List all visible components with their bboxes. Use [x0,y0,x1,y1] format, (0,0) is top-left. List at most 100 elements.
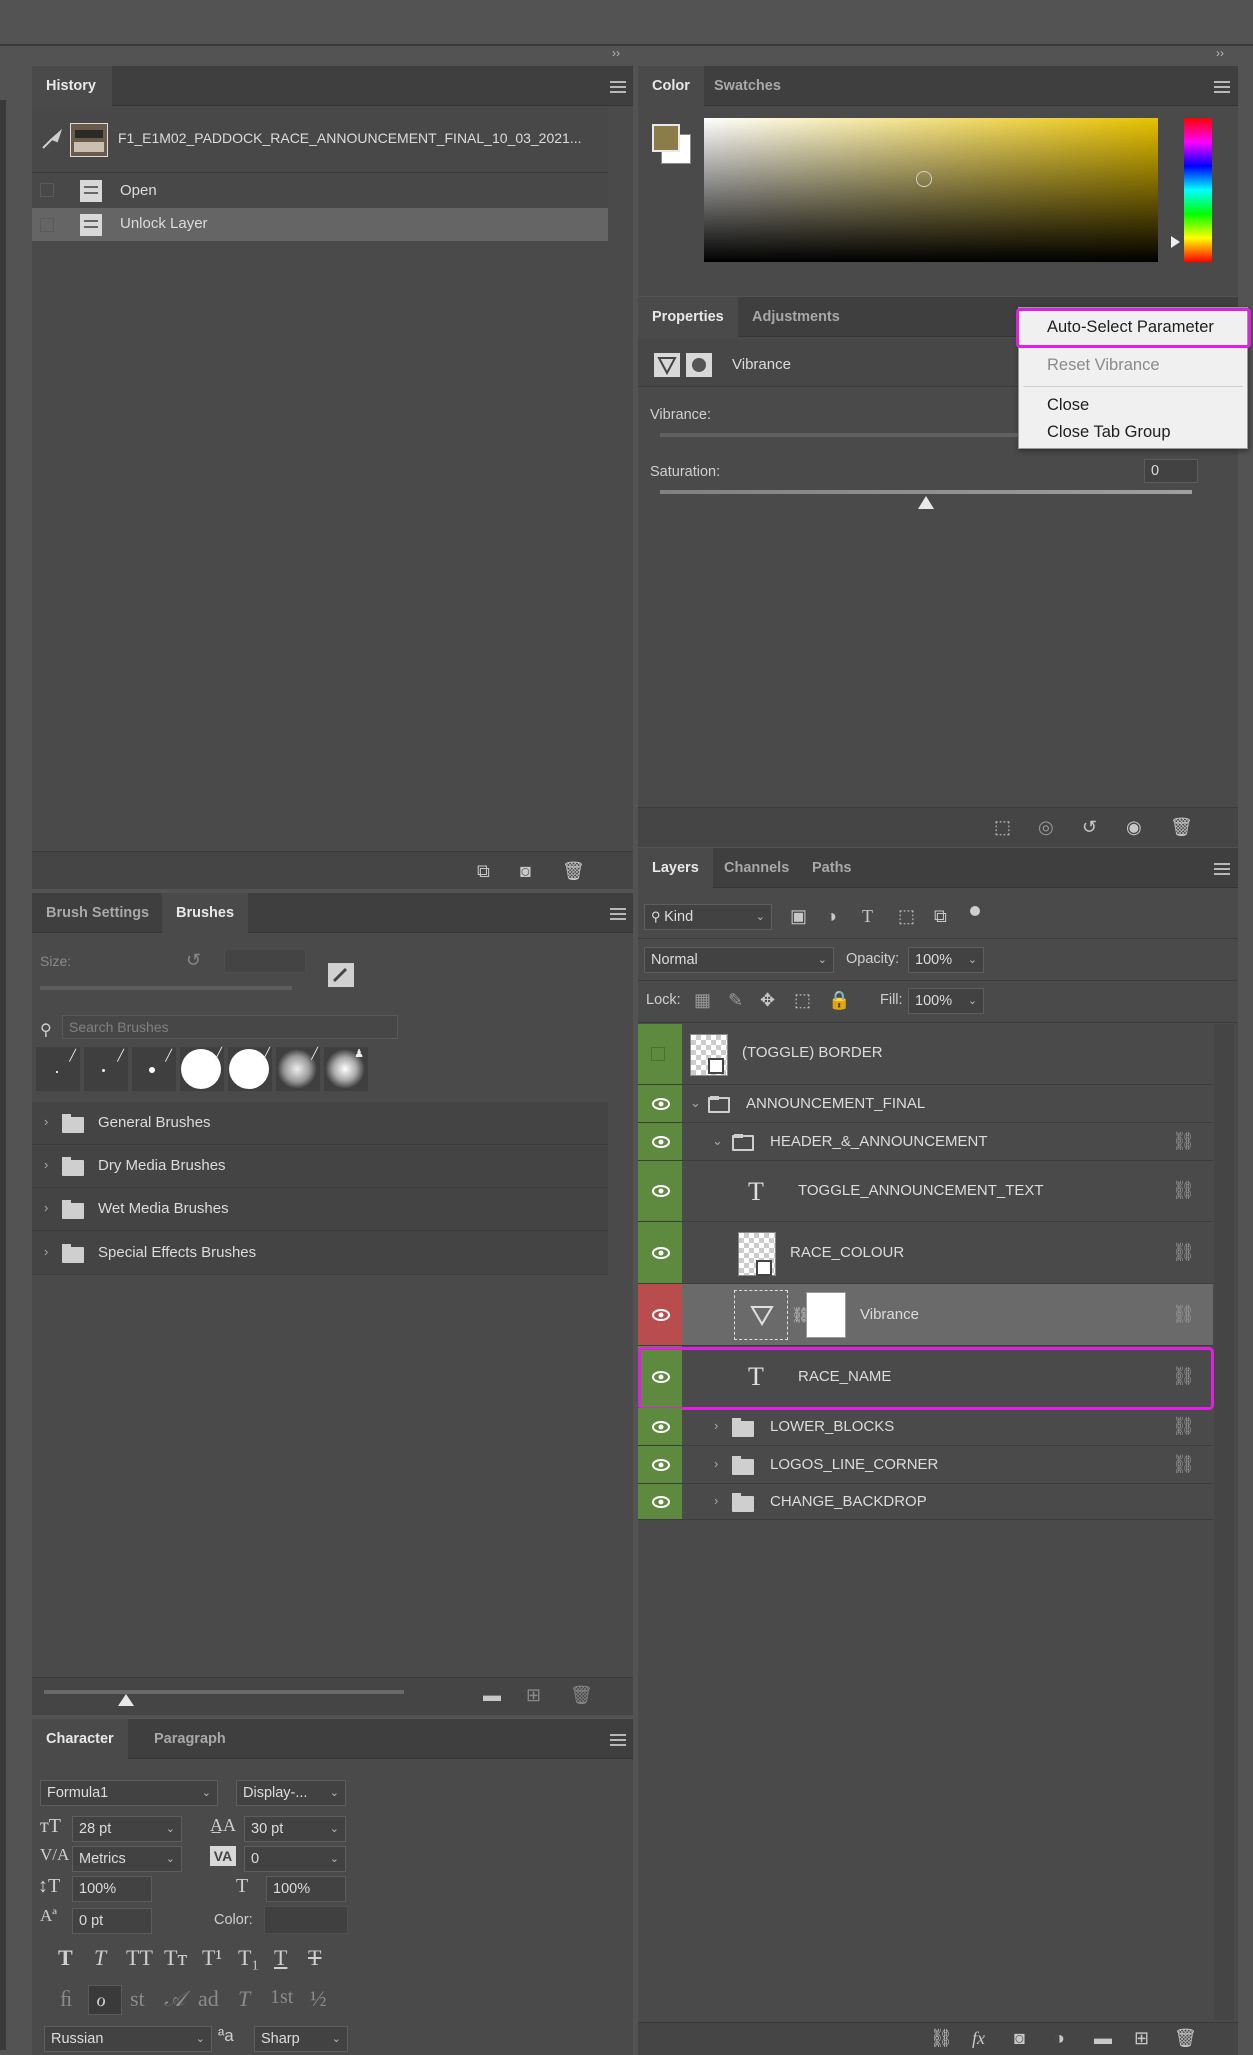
fill-select[interactable]: 100% ⌄ [908,988,984,1014]
brush-edit-icon[interactable] [328,963,354,987]
ordinals-1st-icon[interactable]: 1st [270,1986,293,2009]
adjustment-filter-icon[interactable]: ◑ [826,906,837,926]
folder-icon[interactable]: ▬ [483,1685,501,1705]
visibility-toggle[interactable] [638,1408,682,1445]
faux-bold-icon[interactable]: T [58,1945,73,1971]
trash-icon[interactable]: 🗑 [570,1685,593,1705]
pixel-filter-icon[interactable]: ▣ [790,906,807,926]
link-icon[interactable]: ⛓ [1172,1242,1195,1263]
foreground-color-swatch[interactable] [652,124,680,152]
group-expand-icon[interactable]: › [714,1493,718,1508]
layer-group-row[interactable]: ⌄ HEADER_&_ANNOUNCEMENT ⛓ [638,1123,1213,1161]
layer-row[interactable]: T TOGGLE_ANNOUNCEMENT_TEXT ⛓ [638,1161,1213,1222]
link-icon[interactable]: ⛓ [1172,1304,1195,1325]
history-brush-source-icon[interactable] [40,128,64,152]
tab-paragraph[interactable]: Paragraph [140,1719,240,1759]
smart-object-filter-icon[interactable]: ⧉ [934,906,947,926]
color-picker-cursor[interactable] [916,171,932,187]
fx-icon[interactable]: fx [972,2028,985,2048]
tab-properties[interactable]: Properties [638,297,738,337]
panel-menu-icon[interactable] [1214,863,1230,875]
font-style-select[interactable]: Display-... ⌄ [236,1780,346,1806]
filter-toggle-icon[interactable] [970,906,980,916]
brush-tip[interactable]: ╱ [228,1047,272,1091]
saturation-slider[interactable] [660,490,1192,494]
state-checkbox[interactable] [40,183,54,197]
group-icon[interactable]: ▬ [1094,2028,1112,2048]
menu-item-close[interactable]: Close [1019,392,1249,418]
layer-group-row[interactable]: › LOGOS_LINE_CORNER ⛓ [638,1446,1213,1484]
trash-icon[interactable]: 🗑 [1170,817,1193,837]
panel-menu-icon[interactable] [610,1734,626,1746]
mask-icon[interactable] [686,353,712,377]
clip-to-layer-icon[interactable]: ⬚ [994,817,1011,837]
brush-folder[interactable]: › Special Effects Brushes [32,1231,608,1275]
size-input[interactable] [224,949,306,973]
size-slider[interactable] [40,986,292,990]
layer-row[interactable]: (TOGGLE) BORDER [638,1024,1213,1085]
layer-mask-thumbnail[interactable] [806,1292,846,1338]
tracking-select[interactable]: 0 ⌄ [244,1846,346,1872]
visibility-toggle[interactable] [638,1446,682,1483]
saturation-input[interactable]: 0 [1144,459,1198,483]
saturation-slider-thumb[interactable] [918,496,934,509]
new-document-from-state-icon[interactable]: ⧉ [477,861,490,881]
brush-tip[interactable]: ╱ [36,1047,80,1091]
tab-adjustments[interactable]: Adjustments [738,297,854,337]
new-layer-icon[interactable]: ⊞ [1134,2028,1149,2048]
brush-tip[interactable]: ♟ [324,1047,368,1091]
opacity-select[interactable]: 100% ⌄ [908,947,984,973]
menu-item-close-tab-group[interactable]: Close Tab Group [1019,419,1249,445]
group-expand-icon[interactable]: › [714,1456,718,1471]
lock-transparent-icon[interactable]: ▦ [694,990,711,1010]
brush-tip[interactable]: ╱ [276,1047,320,1091]
collapse-right-icon[interactable]: ›› [1216,46,1224,60]
brush-tip[interactable]: ╱ [180,1047,224,1091]
shape-filter-icon[interactable]: ⬚ [898,906,915,926]
panel-menu-icon[interactable] [610,908,626,920]
tab-history[interactable]: History [32,66,112,106]
vertical-scale-input[interactable]: 100% [72,1876,152,1902]
superscript-icon[interactable]: T¹ [202,1945,222,1971]
visibility-toggle[interactable] [638,1161,682,1221]
adjustment-icon[interactable]: ◑ [1054,2028,1065,2048]
font-size-select[interactable]: 28 pt ⌄ [72,1816,182,1842]
layer-group-row[interactable]: › LOWER_BLOCKS ⛓ [638,1408,1213,1446]
discretionary-ligatures-icon[interactable]: ℴ [96,1986,106,2012]
group-expand-icon[interactable]: ⌄ [712,1133,723,1149]
small-caps-icon[interactable]: Tт [164,1945,187,1971]
language-select[interactable]: Russian ⌄ [44,2026,212,2052]
hue-slider[interactable] [1184,118,1212,262]
horizontal-scale-input[interactable]: 100% [266,1876,346,1902]
layer-filter-select[interactable]: ⚲ Kind ⌄ [644,904,772,930]
brush-folder[interactable]: › Wet Media Brushes [32,1188,608,1231]
preview-size-slider[interactable] [44,1690,404,1694]
layers-scrollbar[interactable] [1214,1024,1234,2020]
lock-position-icon[interactable]: ✥ [760,990,775,1010]
link-icon[interactable]: ⛓ [1172,1180,1195,1201]
mask-icon[interactable]: ◙ [1014,2028,1025,2048]
menu-item-reset-vibrance[interactable]: Reset Vibrance [1019,352,1249,378]
tab-swatches[interactable]: Swatches [700,66,795,106]
reset-icon[interactable]: ↺ [1082,817,1097,837]
visibility-toggle[interactable] [638,1085,682,1122]
history-state-selected[interactable]: Unlock Layer [32,208,608,241]
hue-slider-thumb[interactable] [1171,236,1180,248]
slider-thumb[interactable] [118,1694,134,1706]
brush-tip[interactable]: ╱ [84,1047,128,1091]
tab-brush-settings[interactable]: Brush Settings [32,893,163,933]
baseline-shift-input[interactable]: 0 pt [72,1908,152,1934]
type-filter-icon[interactable]: T [862,906,873,926]
tab-layers[interactable]: Layers [638,848,713,888]
new-brush-icon[interactable]: ⊞ [526,1685,541,1705]
strikethrough-icon[interactable]: T [308,1945,321,1971]
tab-character[interactable]: Character [32,1719,128,1759]
layer-group-row[interactable]: › CHANGE_BACKDROP [638,1484,1213,1520]
swash-icon[interactable]: st [130,1986,145,2012]
tab-color[interactable]: Color [638,66,704,106]
panel-menu-icon[interactable] [610,81,626,93]
group-expand-icon[interactable]: › [714,1418,718,1433]
kerning-select[interactable]: Metrics ⌄ [72,1846,182,1872]
history-state[interactable]: Open [32,173,608,208]
link-icon[interactable]: ⛓ [1172,1454,1195,1475]
